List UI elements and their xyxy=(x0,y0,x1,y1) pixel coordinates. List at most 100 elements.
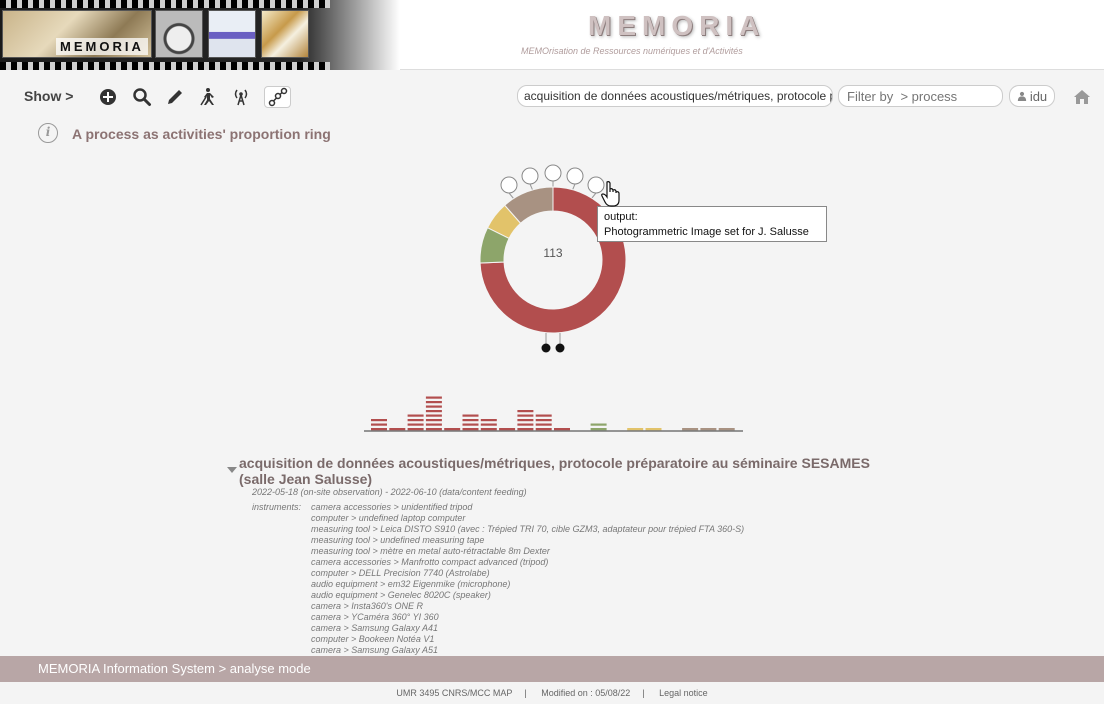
filter-input[interactable] xyxy=(838,85,1003,107)
instrument-item: audio equipment > em32 Eigenmike (microp… xyxy=(311,579,511,589)
instrument-item: computer > Bookeen Notéa V1 xyxy=(311,634,435,644)
activity-bar[interactable] xyxy=(389,428,406,431)
output-node[interactable] xyxy=(566,167,584,185)
antenna-icon xyxy=(234,89,248,106)
instrument-item: camera > Samsung Galaxy A41 xyxy=(311,623,438,633)
header: MEMORIA MEMORIA MEMOrisation de Ressourc… xyxy=(0,0,1104,70)
activity-bar-segment xyxy=(535,414,552,417)
legal-notice-link[interactable]: Legal notice xyxy=(659,688,708,698)
activity-bar-segment xyxy=(462,423,479,426)
search-button[interactable] xyxy=(130,86,154,108)
user-label: idu xyxy=(1029,88,1048,104)
proportion-ring-chart: 113 xyxy=(364,164,743,432)
instrument-item: camera accessories > Manfrotto compact a… xyxy=(311,557,549,567)
output-node[interactable] xyxy=(544,164,562,182)
process-dates: 2022-05-18 (on-site observation) - 2022-… xyxy=(252,487,527,497)
edit-button[interactable] xyxy=(163,86,187,108)
network-icon xyxy=(268,87,287,107)
activity-bar[interactable] xyxy=(554,428,570,431)
activity-bar-segment xyxy=(590,428,607,431)
add-button[interactable] xyxy=(96,86,120,108)
banner-thumbnail xyxy=(155,10,203,58)
instrument-item: camera > Samsung Galaxy A51 xyxy=(311,645,438,655)
show-menu-label[interactable]: Show > xyxy=(24,88,73,104)
activity-bar[interactable] xyxy=(700,428,717,431)
info-icon[interactable]: i xyxy=(38,123,58,143)
activity-bar[interactable] xyxy=(499,428,516,431)
instrument-button[interactable] xyxy=(229,86,253,108)
activity-bar[interactable] xyxy=(371,419,387,431)
process-title: acquisition de données acoustiques/métri… xyxy=(239,455,870,487)
activity-bar-segment xyxy=(535,428,552,431)
activity-bar-segment xyxy=(462,428,479,431)
instrument-item: computer > DELL Precision 7740 (Astrolab… xyxy=(311,568,490,578)
activity-bar-segment xyxy=(462,419,479,422)
activity-bar[interactable] xyxy=(627,428,644,431)
activity-bar-segment xyxy=(425,419,442,422)
user-button[interactable]: idu xyxy=(1009,85,1055,107)
activity-bar-segment xyxy=(480,419,497,422)
header-banner: MEMORIA xyxy=(0,0,400,70)
activity-bar-segment xyxy=(480,423,497,426)
activity-bar[interactable] xyxy=(517,410,534,431)
activity-bar[interactable] xyxy=(718,428,735,431)
activity-bar-segment xyxy=(700,428,717,431)
activity-bar[interactable] xyxy=(682,428,699,431)
footer-modified: Modified on : 05/08/22 xyxy=(541,688,631,698)
activity-bar-segment xyxy=(371,428,387,431)
activity-bar-segment xyxy=(517,428,534,431)
activity-button[interactable] xyxy=(196,86,220,108)
activity-bar-segment xyxy=(554,428,570,431)
activity-bar[interactable] xyxy=(444,428,461,431)
instrument-item: camera accessories > unidentified tripod xyxy=(311,502,473,512)
activity-bar-segment xyxy=(517,419,534,422)
instrument-item: camera > Insta360's ONE R xyxy=(311,601,424,611)
film-strip xyxy=(0,62,330,70)
activity-bar-segment xyxy=(462,414,479,417)
user-icon xyxy=(1017,91,1026,101)
home-icon[interactable] xyxy=(1073,88,1091,106)
activity-bar-segment xyxy=(425,428,442,431)
activity-bar-segment xyxy=(517,410,534,413)
footer: UMR 3495 CNRS/MCC MAP | Modified on : 05/… xyxy=(396,688,708,698)
network-view-button[interactable] xyxy=(264,86,291,108)
tooltip-label: output: xyxy=(604,211,638,223)
activity-bar[interactable] xyxy=(590,423,607,431)
activity-bar-segment xyxy=(444,428,461,431)
activity-bar-segment xyxy=(499,428,516,431)
site-title[interactable]: MEMORIA xyxy=(588,10,765,42)
activity-bar[interactable] xyxy=(407,414,424,431)
search-icon xyxy=(133,88,151,106)
activity-bar[interactable] xyxy=(572,428,588,430)
activity-bar-segment xyxy=(425,414,442,417)
activity-bar-segment xyxy=(718,428,735,431)
input-node[interactable] xyxy=(555,343,565,353)
footer-lab: UMR 3495 CNRS/MCC MAP xyxy=(396,688,513,698)
activity-bar-segment xyxy=(480,428,497,431)
activity-bar[interactable] xyxy=(425,396,442,431)
activity-bar-segment xyxy=(371,423,387,426)
pencil-icon xyxy=(168,90,182,104)
ring-hole xyxy=(504,211,602,309)
process-selector-input[interactable]: acquisition de données acoustiques/métri… xyxy=(517,85,833,107)
status-bar: MEMORIA Information System > analyse mod… xyxy=(0,656,1104,682)
instrument-item: computer > undefined laptop computer xyxy=(311,513,466,523)
output-node[interactable] xyxy=(500,176,518,194)
activity-bar[interactable] xyxy=(609,428,625,430)
activity-bar[interactable] xyxy=(462,414,479,431)
activity-bar[interactable] xyxy=(664,428,680,430)
output-node[interactable] xyxy=(521,167,539,185)
film-strip xyxy=(0,0,330,8)
activity-bar-segment xyxy=(407,423,424,426)
ring-center-label: 113 xyxy=(543,246,562,260)
activity-bar-segment xyxy=(645,428,662,431)
activity-bar-segment xyxy=(425,423,442,426)
input-node[interactable] xyxy=(541,343,551,353)
activity-bar[interactable] xyxy=(535,414,552,431)
activity-bar[interactable] xyxy=(645,428,662,431)
activity-bar[interactable] xyxy=(480,419,497,431)
activity-bar-segment xyxy=(517,414,534,417)
activity-bar-segment xyxy=(407,419,424,422)
activity-bar-segment xyxy=(425,396,442,399)
collapse-caret-icon[interactable] xyxy=(227,467,237,473)
